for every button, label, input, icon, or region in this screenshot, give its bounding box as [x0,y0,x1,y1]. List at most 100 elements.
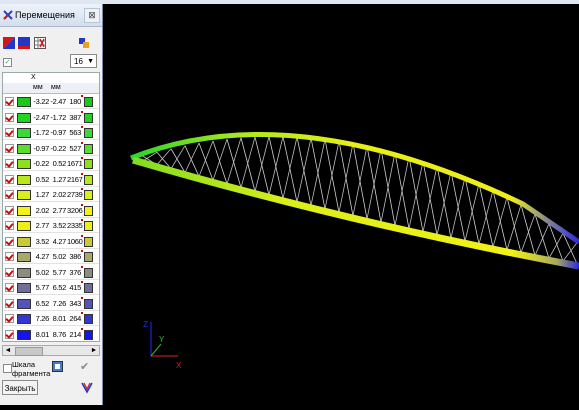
color-swatch[interactable] [17,221,31,231]
element-count: 563 [69,128,81,137]
element-count: 264 [69,314,81,323]
color-bar [84,174,93,185]
table-row[interactable]: 5.02 5.77 376 [3,265,99,280]
blue-fill-icon[interactable] [18,37,30,49]
range-from: 0.52 [35,174,50,184]
color-swatch[interactable] [17,252,31,262]
marker-dot [81,95,83,97]
color-swatch[interactable] [17,205,31,216]
marker-dot [81,219,83,221]
scroll-thumb[interactable] [15,347,43,356]
fragment-icon[interactable] [52,361,63,372]
range-to: 4.27 [52,236,67,246]
table-row[interactable]: 4.27 5.02 386 [3,249,99,264]
table-settings-icon[interactable] [34,37,46,49]
scroll-right-icon[interactable]: ► [89,346,99,355]
range-to: -2.47 [50,97,66,106]
element-count: 180 [69,97,81,106]
row-checkbox[interactable] [5,314,14,323]
color-scheme-icon[interactable] [3,37,15,49]
truss-diagonal [198,140,214,177]
range-to: 6.52 [52,283,67,292]
panel-titlebar[interactable]: Перемещения ⊠ [0,4,102,27]
row-checkbox[interactable] [5,267,14,277]
table-row[interactable]: 3.52 4.27 1060 [3,234,99,249]
table-row[interactable]: 7.26 8.01 264 [3,311,99,326]
element-count: 3206 [67,205,83,215]
element-count: 214 [69,329,81,339]
row-checkbox[interactable] [5,159,14,168]
apply-icon[interactable]: ✔ [80,360,89,373]
displacements-panel: Перемещения ⊠ ✓ 16 ▼ X мм мм -3.22 -2.47 1… [0,4,103,405]
color-swatch[interactable] [17,314,31,324]
range-to: -1.72 [50,112,66,122]
scroll-left-icon[interactable]: ◄ [3,346,13,355]
table-row[interactable]: -0.97 -0.22 527 [3,141,99,156]
close-window-button[interactable]: ⊠ [84,8,100,23]
color-bar [84,112,93,123]
color-swatch[interactable] [17,112,31,123]
color-swatch[interactable] [17,190,31,200]
row-checkbox[interactable] [5,236,14,246]
element-count: 2739 [67,190,83,199]
table-row[interactable]: -0.22 0.52 1671 [3,156,99,171]
table-row[interactable]: -1.72 -0.97 563 [3,125,99,140]
element-count: 527 [69,143,81,153]
color-swatch[interactable] [17,143,31,154]
color-swatch[interactable] [17,283,31,293]
row-checkbox[interactable] [5,283,14,292]
color-swatch[interactable] [17,236,31,247]
row-checkbox[interactable] [5,190,14,199]
range-to: 8.01 [52,314,67,323]
color-bar [84,329,93,340]
color-swatch[interactable] [17,128,31,138]
intervals-count-select[interactable]: 16 ▼ [70,54,97,68]
row-checkbox[interactable] [5,128,14,137]
color-swatch[interactable] [17,97,31,107]
color-swatch[interactable] [17,159,31,169]
fragment-scale-checkbox[interactable] [3,364,12,373]
row-checkbox[interactable] [5,252,14,261]
model-viewport[interactable]: Z Y X [103,4,579,405]
row-checkbox[interactable] [5,221,14,230]
model-canvas[interactable]: Z Y X [103,4,579,405]
table-row[interactable]: 8.01 8.76 214 [3,327,99,341]
range-from: 5.02 [35,267,50,277]
row-checkbox[interactable] [5,97,14,106]
color-bar [84,283,93,293]
show-checkbox[interactable]: ✓ [3,58,12,67]
row-checkbox[interactable] [5,143,14,153]
color-swatch[interactable] [17,329,31,340]
row-checkbox[interactable] [5,329,14,339]
table-row[interactable]: -2.47 -1.72 387 [3,110,99,125]
table-row[interactable]: 2.02 2.77 3206 [3,203,99,218]
range-from: -3.22 [33,97,49,106]
color-swatch[interactable] [17,267,31,278]
truss-diagonal [226,137,242,185]
row-checkbox[interactable] [5,205,14,215]
axis-y-line [150,343,162,357]
range-from: 3.52 [35,236,50,246]
table-row[interactable]: 6.52 7.26 343 [3,296,99,311]
scale-tool-icon[interactable] [80,381,94,394]
table-row[interactable]: 5.77 6.52 415 [3,280,99,295]
color-swatch[interactable] [17,174,31,185]
unit-from: мм [33,84,43,91]
table-row[interactable]: 2.77 3.52 2335 [3,218,99,233]
row-checkbox[interactable] [5,298,14,308]
export-icon[interactable] [78,37,90,49]
marker-dot [81,188,83,190]
color-bar [84,298,93,309]
row-checkbox[interactable] [5,112,14,122]
range-from: 2.02 [35,205,50,215]
range-to: 3.52 [52,221,67,230]
color-bar [84,159,93,169]
horizontal-scrollbar[interactable]: ◄ ► [2,345,100,356]
app-icon [3,10,13,20]
row-checkbox[interactable] [5,174,14,184]
close-button[interactable]: Закрыть [2,380,38,395]
table-row[interactable]: 0.52 1.27 2167 [3,172,99,187]
table-row[interactable]: -3.22 -2.47 180 [3,94,99,109]
table-row[interactable]: 1.27 2.02 2739 [3,187,99,202]
color-swatch[interactable] [17,298,31,309]
